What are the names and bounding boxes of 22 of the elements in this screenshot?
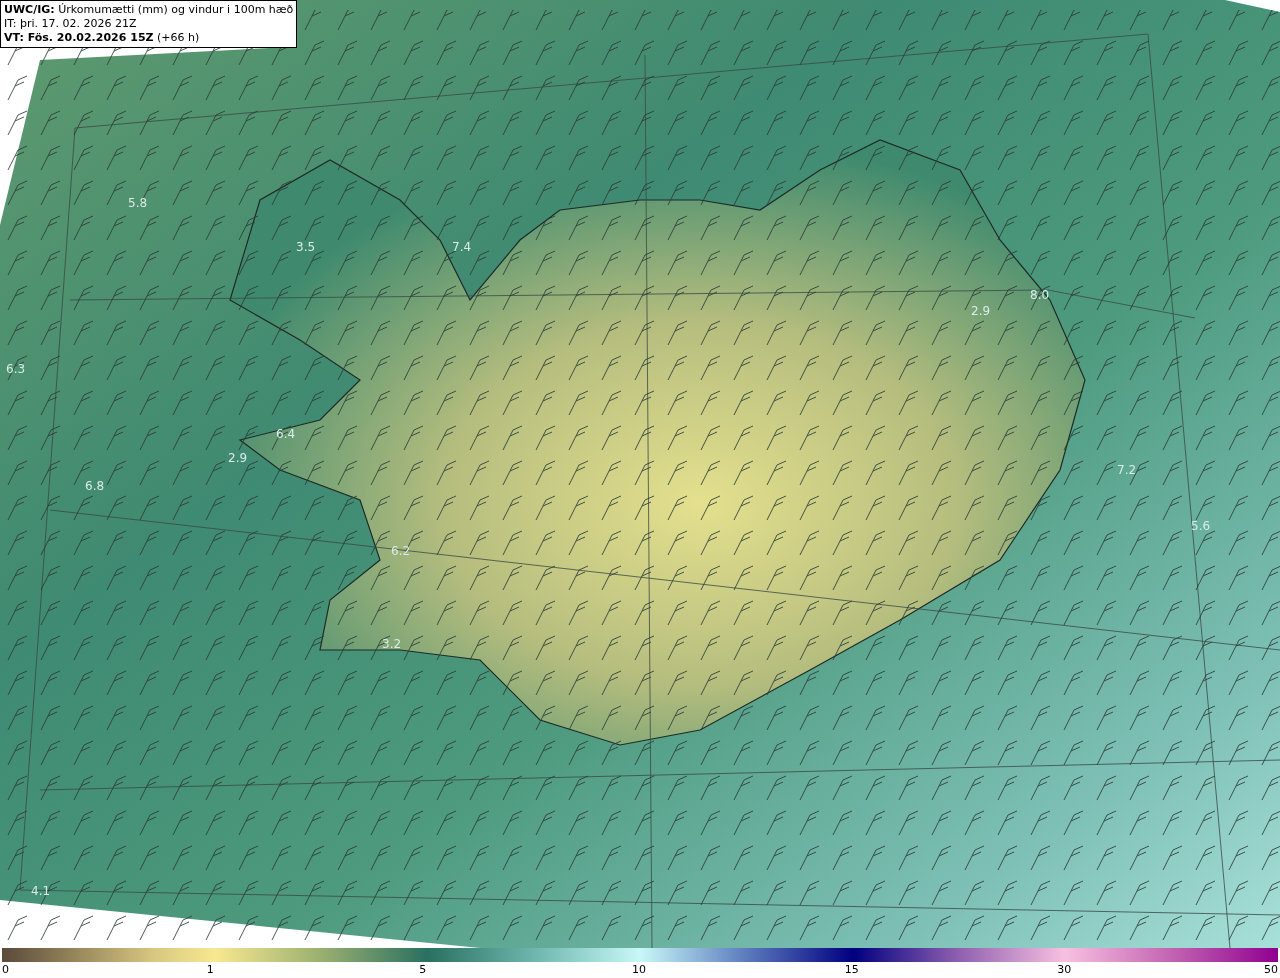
colorbar-tick-label: 0 bbox=[2, 963, 9, 976]
map-value-label: 7.4 bbox=[452, 240, 472, 254]
map-title: UWC/IG: Úrkomumætti (mm) og vindur i 100m hæð bbox=[4, 3, 294, 17]
map-value-label: 6.8 bbox=[85, 479, 105, 493]
map-value-label: 6.4 bbox=[276, 427, 296, 441]
map-value-label: 7.2 bbox=[1117, 463, 1137, 477]
map-value-label: 5.8 bbox=[128, 196, 148, 210]
map-value-label: 3.2 bbox=[382, 637, 402, 651]
valid-time: VT: Fös. 20.02.2026 15Z (+66 h) bbox=[4, 31, 201, 45]
colorbar-tick-label: 5 bbox=[419, 963, 427, 976]
map-value-label: 2.9 bbox=[971, 304, 991, 318]
map-value-label: 3.5 bbox=[296, 240, 316, 254]
colorbar-tick-label: 1 bbox=[206, 963, 214, 976]
map-value-label: 2.9 bbox=[228, 451, 248, 465]
map-value-label: 4.1 bbox=[31, 884, 51, 898]
colorbar-tick-label: 15 bbox=[844, 963, 859, 976]
colorbar-tick-label: 30 bbox=[1057, 963, 1072, 976]
map-value-label: 6.3 bbox=[6, 362, 26, 376]
colorbar-tick-label: 50 bbox=[1264, 963, 1278, 976]
issue-time: IT: þri. 17. 02. 2026 21Z bbox=[4, 17, 138, 31]
map-value-label: 5.6 bbox=[1191, 519, 1211, 533]
colorbar-tick-label: 10 bbox=[632, 963, 646, 976]
